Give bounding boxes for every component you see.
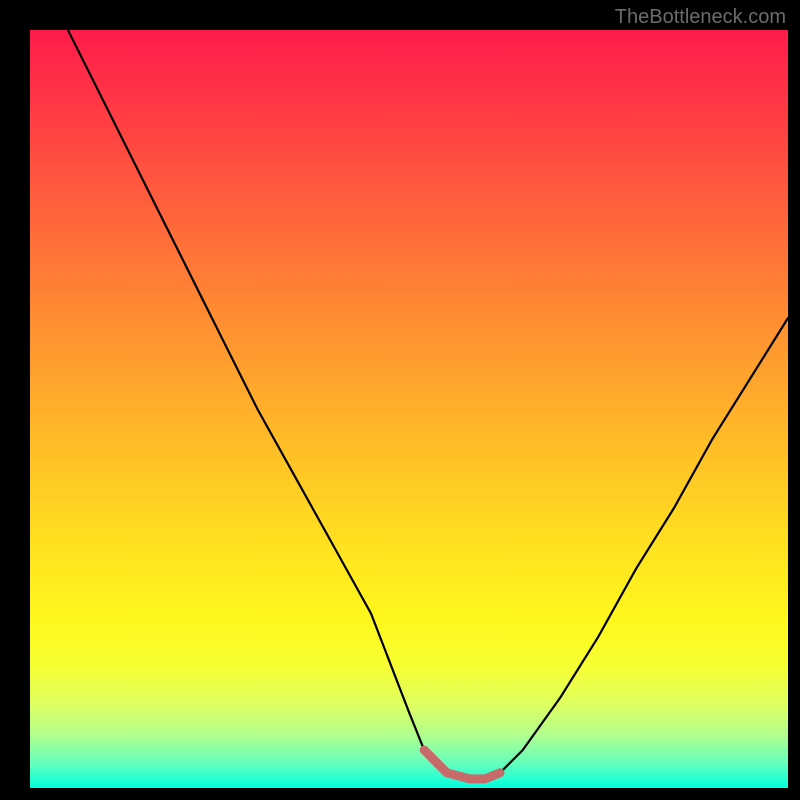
flat-zone-marker bbox=[424, 750, 500, 779]
chart-plot-area bbox=[30, 30, 788, 788]
curve-path bbox=[68, 30, 788, 780]
bottleneck-curve-svg bbox=[30, 30, 788, 788]
watermark-text: TheBottleneck.com bbox=[615, 6, 786, 29]
